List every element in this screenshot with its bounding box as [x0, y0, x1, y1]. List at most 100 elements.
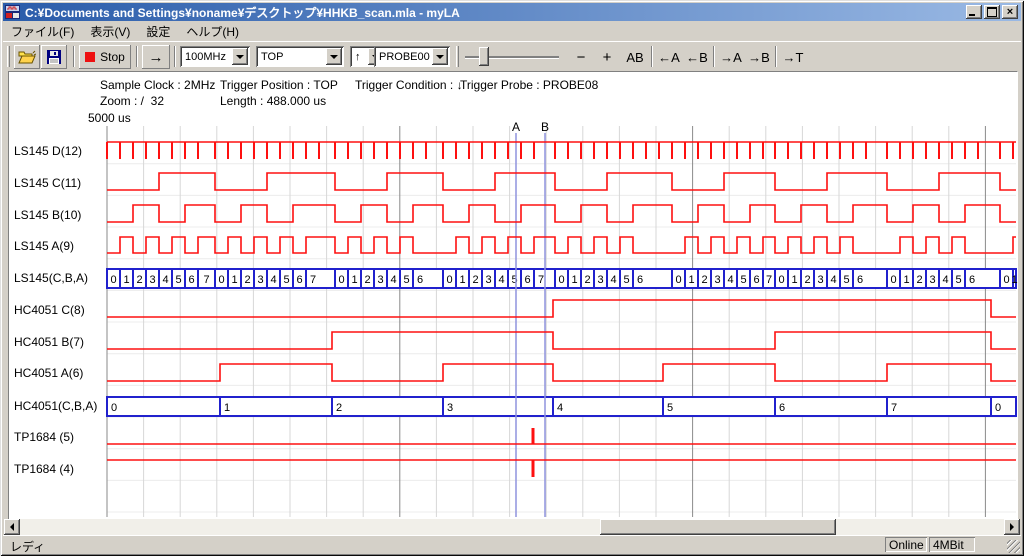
- bus-value: 7: [766, 274, 772, 286]
- bus-value: 1: [123, 274, 129, 286]
- bus-value: 4: [557, 402, 563, 414]
- bus-value: 7: [203, 274, 209, 286]
- bus-value: 2: [916, 274, 922, 286]
- bus-value: 6: [779, 402, 785, 414]
- app-window: C:¥Documents and Settings¥noname¥デスクトップ¥…: [0, 0, 1024, 556]
- bus-value: 2: [472, 274, 478, 286]
- bus-value: 4: [727, 274, 733, 286]
- channel-label: TP1684 (5): [14, 430, 74, 444]
- bus-value: 4: [498, 274, 504, 286]
- cursor-label-a: A: [512, 120, 520, 134]
- bus-cell: [220, 397, 332, 416]
- bus-value: 2: [136, 274, 142, 286]
- bus-value: 6: [753, 274, 759, 286]
- signal-trace: [107, 205, 1016, 222]
- bus-value: 4: [162, 274, 168, 286]
- signal-trace: [107, 364, 1016, 381]
- bus-value: 1: [571, 274, 577, 286]
- channel-label: LS145 D(12): [14, 144, 82, 158]
- bus-cell: [663, 397, 775, 416]
- channel-label: LS145 A(9): [14, 239, 74, 253]
- channel-label: HC4051 C(8): [14, 303, 85, 317]
- bus-value: 3: [447, 402, 453, 414]
- cursor-label-b: B: [541, 120, 549, 134]
- bus-value: 5: [667, 402, 673, 414]
- bus-value: 5: [283, 274, 289, 286]
- bus-value: 5: [623, 274, 629, 286]
- bus-value: 1: [791, 274, 797, 286]
- bus-value: 6: [857, 274, 863, 286]
- bus-value: 7: [310, 274, 316, 286]
- signal-trace: [107, 300, 1016, 317]
- bus-value: 6: [417, 274, 423, 286]
- bus-value: 4: [270, 274, 276, 286]
- bus-value: 6: [637, 274, 643, 286]
- bus-value: 5: [955, 274, 961, 286]
- bus-value: 2: [584, 274, 590, 286]
- channel-label: HC4051(C,B,A): [14, 399, 97, 413]
- bus-value: 3: [485, 274, 491, 286]
- bus-value: 5: [403, 274, 409, 286]
- channel-label: LS145 C(11): [14, 176, 81, 190]
- bus-value: 2: [336, 402, 342, 414]
- bus-value: 1: [224, 402, 230, 414]
- bus-value: 6: [188, 274, 194, 286]
- timeline-scale-label: 5000 us: [88, 111, 131, 125]
- bus-value: 0: [1003, 274, 1009, 286]
- bus-value: 5: [740, 274, 746, 286]
- bus-cell: [443, 397, 553, 416]
- bus-value: 3: [257, 274, 263, 286]
- signal-trace: [107, 332, 1016, 349]
- bus-cell: [332, 397, 443, 416]
- bus-value: 0: [890, 274, 896, 286]
- bus-value: 0: [110, 274, 116, 286]
- channel-label: HC4051 B(7): [14, 335, 84, 349]
- bus-value: 0: [778, 274, 784, 286]
- signal-trace: [107, 173, 1016, 190]
- bus-value: 0: [338, 274, 344, 286]
- channel-label: HC4051 A(6): [14, 366, 83, 380]
- bus-value: 3: [597, 274, 603, 286]
- bus-value: 1: [903, 274, 909, 286]
- bus-value: 4: [610, 274, 616, 286]
- bus-value: 1: [459, 274, 465, 286]
- bus-value: 2: [244, 274, 250, 286]
- channel-label: LS145 B(10): [14, 208, 81, 222]
- bus-cell: [775, 397, 887, 416]
- bus-value: 6: [969, 274, 975, 286]
- bus-value: 4: [830, 274, 836, 286]
- bus-value: 0: [995, 402, 1001, 414]
- waveform-plot[interactable]: 0123456701234567012345601234567012345601…: [0, 0, 1024, 556]
- bus-value: 3: [929, 274, 935, 286]
- bus-value: 3: [817, 274, 823, 286]
- bus-value: 0: [558, 274, 564, 286]
- bus-cell: [887, 397, 991, 416]
- bus-cell: [107, 397, 220, 416]
- bus-value: 2: [701, 274, 707, 286]
- channel-label: LS145(C,B,A): [14, 271, 88, 285]
- channel-label: TP1684 (4): [14, 462, 74, 476]
- bus-value: 4: [390, 274, 396, 286]
- bus-value: 0: [675, 274, 681, 286]
- bus-value: 3: [714, 274, 720, 286]
- bus-value: 6: [296, 274, 302, 286]
- bus-value: 2: [804, 274, 810, 286]
- bus-value: 3: [377, 274, 383, 286]
- bus-value: 1: [351, 274, 357, 286]
- bus-value: 6: [524, 274, 530, 286]
- bus-value: 3: [149, 274, 155, 286]
- signal-trace: [107, 237, 1016, 253]
- bus-value: 1: [231, 274, 237, 286]
- bus-value: 1: [688, 274, 694, 286]
- bus-value: 5: [843, 274, 849, 286]
- bus-value: 5: [175, 274, 181, 286]
- bus-value: 7: [538, 274, 544, 286]
- bus-value: 2: [364, 274, 370, 286]
- bus-value: 0: [446, 274, 452, 286]
- bus-value: 4: [942, 274, 948, 286]
- bus-value: 1: [1011, 274, 1017, 286]
- bus-value: 0: [218, 274, 224, 286]
- bus-cell: [553, 397, 663, 416]
- bus-value: 0: [111, 402, 117, 414]
- bus-value: 7: [891, 402, 897, 414]
